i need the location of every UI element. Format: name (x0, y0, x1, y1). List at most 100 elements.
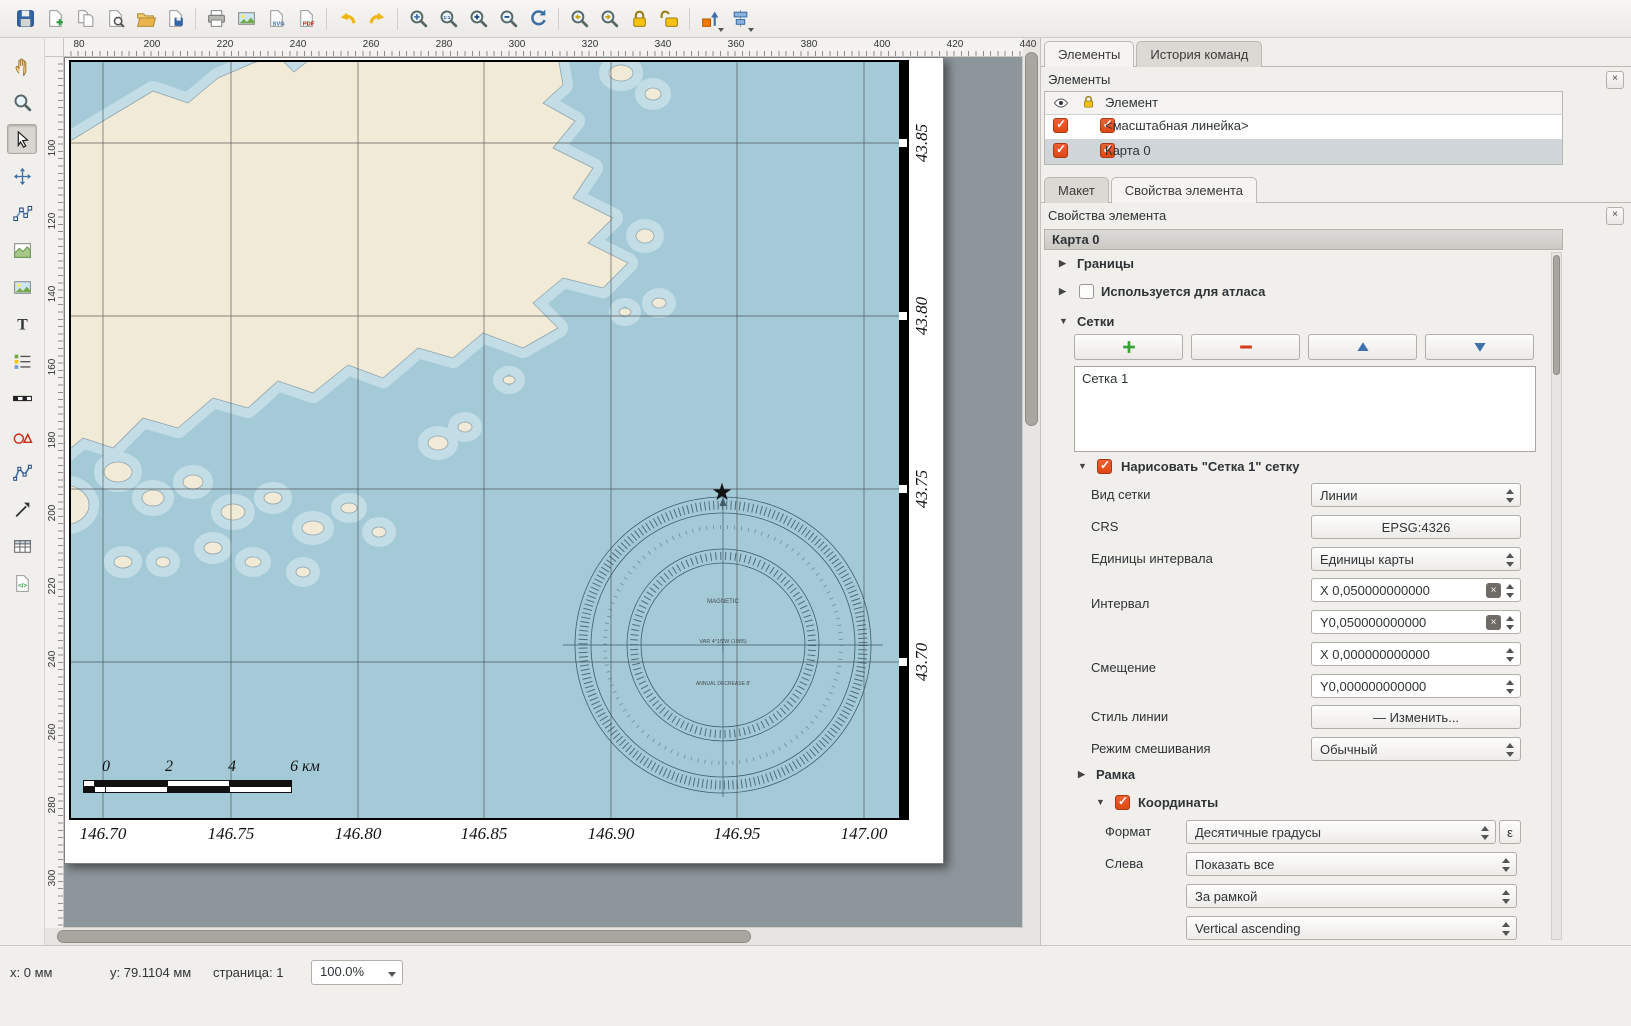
grid-x-label: 146.80 (323, 824, 393, 844)
props-scrollbar-thumb[interactable] (1553, 255, 1560, 375)
raise-items-icon (700, 8, 721, 29)
zoom-full-button[interactable] (403, 4, 433, 34)
vscrollbar-thumb[interactable] (1025, 52, 1038, 426)
grids-list[interactable]: Сетка 1 (1074, 366, 1536, 452)
line-style-button[interactable]: — Изменить... (1311, 705, 1521, 729)
add-html-button[interactable]: </> (7, 568, 37, 598)
open-folder-button[interactable] (130, 4, 160, 34)
left-position-select[interactable]: За рамкой (1186, 884, 1517, 908)
zoom-combobox[interactable]: 100.0% (311, 960, 403, 985)
zoom-out-button[interactable] (493, 4, 523, 34)
clear-value-icon[interactable] (1486, 615, 1501, 630)
canvas-hscrollbar[interactable] (45, 927, 1023, 945)
lock-column-lock-icon (1081, 94, 1096, 112)
item-row-scalebar[interactable]: <масштабная линейка> (1045, 114, 1562, 139)
redo-icon (367, 8, 388, 29)
print-button[interactable] (201, 4, 231, 34)
combo-arrow-icon (387, 965, 398, 981)
svg-text:PDF: PDF (302, 21, 314, 27)
pan-button[interactable] (7, 50, 37, 80)
zoom-next-button[interactable] (594, 4, 624, 34)
canvas-vscrollbar[interactable] (1022, 38, 1040, 928)
combo-arrows-icon (1505, 552, 1516, 568)
offset-x-input[interactable]: X 0,000000000000 (1311, 642, 1521, 666)
refresh-button[interactable] (523, 4, 553, 34)
undo-button[interactable] (332, 4, 362, 34)
close-props-panel-icon[interactable] (1606, 207, 1624, 225)
format-select[interactable]: Десятичные градусы (1186, 820, 1496, 844)
add-map-button[interactable] (7, 235, 37, 265)
offset-y-input[interactable]: Y0,000000000000 (1311, 674, 1521, 698)
grid-down-button[interactable] (1425, 334, 1534, 360)
close-items-panel-icon[interactable] (1606, 71, 1624, 89)
add-label-button[interactable]: T (7, 309, 37, 339)
spinner-arrows-icon[interactable] (1505, 583, 1516, 599)
left-direction-select[interactable]: Vertical ascending (1186, 916, 1517, 940)
zoom-in-button[interactable] (463, 4, 493, 34)
spinner-arrows-icon[interactable] (1505, 679, 1516, 695)
lock-items-button[interactable] (624, 4, 654, 34)
add-shape-button[interactable] (7, 420, 37, 450)
align-items-button[interactable] (725, 4, 755, 34)
crs-button[interactable]: EPSG:4326 (1311, 515, 1521, 539)
add-scalebar-button[interactable] (7, 383, 37, 413)
grid-up-button[interactable] (1308, 334, 1417, 360)
save-button[interactable] (10, 4, 40, 34)
item-visible-checkbox[interactable] (1053, 143, 1068, 158)
atlas-checkbox[interactable] (1079, 284, 1094, 299)
hscrollbar-thumb[interactable] (57, 930, 751, 943)
add-grid-button[interactable] (1074, 334, 1183, 360)
duplicate-layout-button[interactable] (70, 4, 100, 34)
add-legend-button[interactable] (7, 346, 37, 376)
map-item[interactable]: MAGNETIC VAR 4°15'W (1985) ANNUAL DECREA… (69, 60, 909, 820)
tab-item-properties[interactable]: Свойства элемента (1111, 177, 1257, 203)
layout-page[interactable]: MAGNETIC VAR 4°15'W (1985) ANNUAL DECREA… (64, 57, 944, 864)
zoom-previous-button[interactable] (564, 4, 594, 34)
zoom-button[interactable] (7, 87, 37, 117)
unlock-items-button[interactable] (654, 4, 684, 34)
new-layout-button[interactable] (40, 4, 70, 34)
edit-nodes-item-button[interactable] (7, 198, 37, 228)
raise-items-button[interactable] (695, 4, 725, 34)
add-nodes-shape-button[interactable] (7, 457, 37, 487)
export-image-icon (236, 8, 257, 29)
draw-grid-checkbox[interactable] (1097, 459, 1112, 474)
redo-button[interactable] (362, 4, 392, 34)
export-svg-button[interactable]: SVG (261, 4, 291, 34)
add-attribute-table-button[interactable] (7, 531, 37, 561)
layout-viewport[interactable]: MAGNETIC VAR 4°15'W (1985) ANNUAL DECREA… (63, 56, 1023, 928)
tab-layout[interactable]: Макет (1044, 177, 1109, 203)
interval-units-select[interactable]: Единицы карты (1311, 547, 1521, 571)
scalebar-label: 4 (207, 758, 257, 776)
remove-grid-button[interactable] (1191, 334, 1300, 360)
item-row-map[interactable]: Карта 0 (1045, 139, 1562, 164)
add-arrow-button[interactable] (7, 494, 37, 524)
coordinates-checkbox[interactable] (1115, 795, 1130, 810)
export-image-button[interactable] (231, 4, 261, 34)
tab-history[interactable]: История команд (1136, 41, 1262, 67)
blend-mode-select[interactable]: Обычный (1311, 737, 1521, 761)
interval-y-input[interactable]: Y0,050000000000 (1311, 610, 1521, 634)
item-visible-checkbox[interactable] (1053, 118, 1068, 133)
left-toolbar: T </> (0, 38, 45, 945)
ruler-vertical[interactable]: 100 120 140 160 180 200 220 240 260 280 … (45, 56, 64, 928)
spinner-arrows-icon[interactable] (1505, 647, 1516, 663)
expression-button[interactable]: ε (1499, 820, 1521, 844)
zoom-actual-button[interactable]: 1:1 (433, 4, 463, 34)
layout-manager-button[interactable] (100, 4, 130, 34)
left-display-select[interactable]: Показать все (1186, 852, 1517, 876)
grid-list-item[interactable]: Сетка 1 (1075, 367, 1535, 390)
ruler-horizontal[interactable]: 80 200 220 240 260 280 300 320 340 360 3… (63, 38, 1023, 57)
clear-value-icon[interactable] (1486, 583, 1501, 598)
export-pdf-button[interactable]: PDF (291, 4, 321, 34)
save-template-button[interactable] (160, 4, 190, 34)
select-move-item-button[interactable] (7, 124, 37, 154)
add-image-button[interactable] (7, 272, 37, 302)
props-vscrollbar[interactable] (1551, 252, 1562, 940)
move-item-content-button[interactable] (7, 161, 37, 191)
grid-type-select[interactable]: Линии (1311, 483, 1521, 507)
spinner-arrows-icon[interactable] (1505, 615, 1516, 631)
items-list[interactable]: Элемент <масштабная линейка> Карта 0 (1044, 91, 1563, 165)
tab-items[interactable]: Элементы (1044, 41, 1134, 67)
interval-x-input[interactable]: X 0,050000000000 (1311, 578, 1521, 602)
